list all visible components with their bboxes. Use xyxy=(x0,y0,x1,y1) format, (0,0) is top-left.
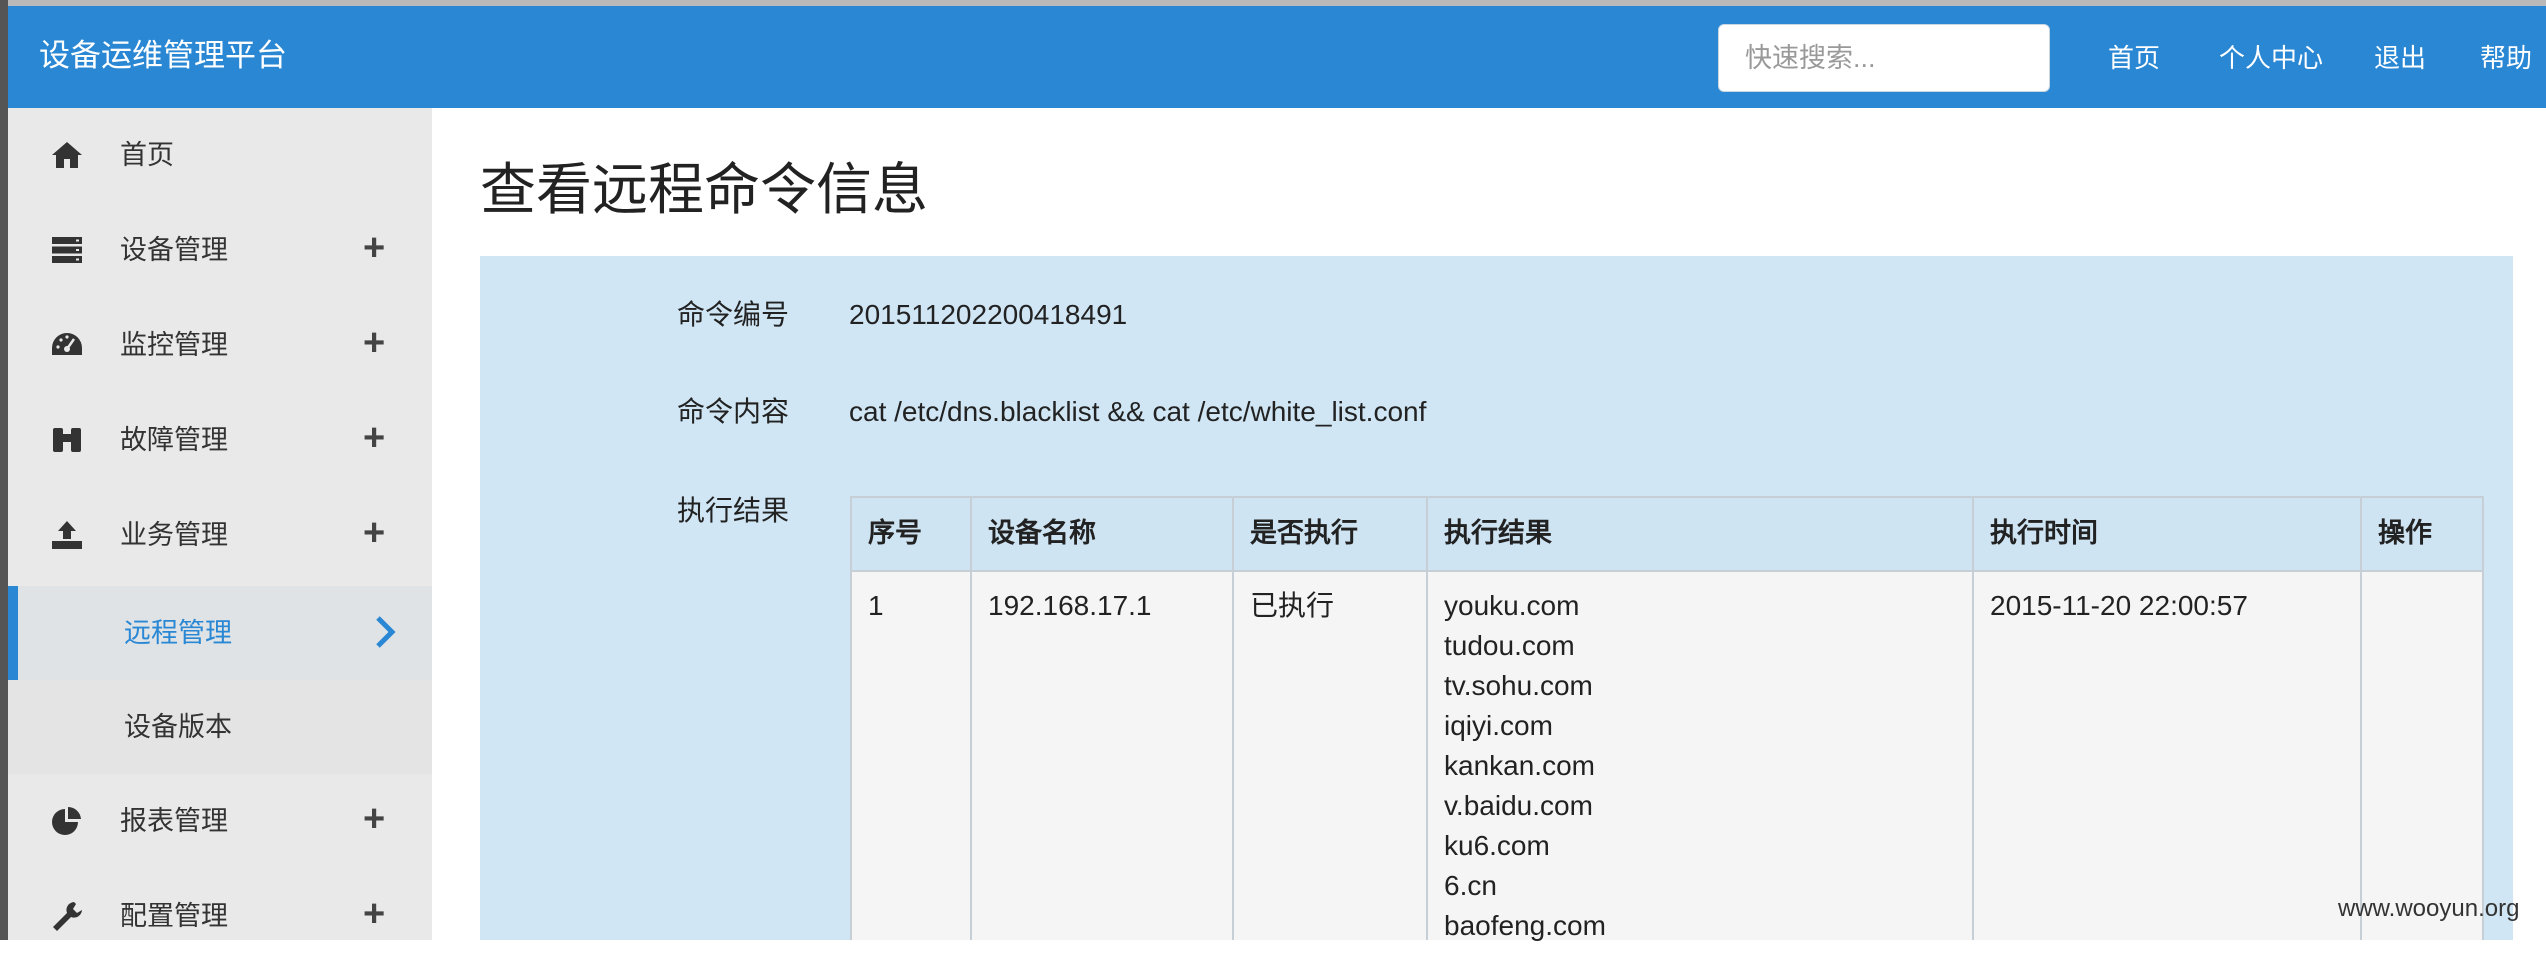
top-navbar: 设备运维管理平台 快速搜索... 首页 个人中心 退出 帮助 xyxy=(8,6,2546,108)
sidebar-item-home[interactable]: 首页 xyxy=(8,108,432,202)
brand-title[interactable]: 设备运维管理平台 xyxy=(39,36,287,76)
column-header: 操作 xyxy=(2378,518,2432,548)
sidebar-item-label: 设备管理 xyxy=(120,235,228,265)
result-table: 序号 设备名称 是否执行 执行结果 执行时间 操作 1 192.168.17.1… xyxy=(850,496,2484,941)
upload-icon xyxy=(52,521,82,549)
sidebar-item-config[interactable]: 配置管理 + xyxy=(8,869,432,963)
result-line: youku.com xyxy=(1444,590,1580,621)
pie-chart-icon xyxy=(52,806,81,835)
command-content-value: cat /etc/dns.blacklist && cat /etc/white… xyxy=(849,396,1427,427)
result-line: iqiyi.com xyxy=(1444,710,1553,741)
sidebar-item-label: 配置管理 xyxy=(120,901,228,931)
result-line: 6.cn xyxy=(1444,870,1497,901)
sidebar-item-reports[interactable]: 报表管理 + xyxy=(8,774,432,868)
sidebar-item-label: 业务管理 xyxy=(120,520,228,550)
window-left-edge xyxy=(0,0,8,940)
watermark: www.wooyun.org xyxy=(2338,895,2520,922)
expand-plus-icon[interactable]: + xyxy=(363,891,385,937)
chevron-right-icon xyxy=(376,616,396,648)
wrench-icon xyxy=(53,902,82,931)
row-execution-result: youku.com tudou.com tv.sohu.com iqiyi.co… xyxy=(1428,572,1974,941)
result-line: v.baidu.com xyxy=(1444,790,1593,821)
search-input[interactable]: 快速搜索... xyxy=(1718,24,2050,92)
home-icon xyxy=(52,142,82,168)
result-line: tv.sohu.com xyxy=(1444,670,1593,701)
row-index: 1 xyxy=(852,572,972,940)
nav-logout-link[interactable]: 退出 xyxy=(2374,40,2426,76)
row-device-name: 192.168.17.1 xyxy=(972,572,1234,940)
sidebar-item-label: 故障管理 xyxy=(120,425,228,455)
expand-plus-icon[interactable]: + xyxy=(363,415,385,461)
sidebar-item-label: 监控管理 xyxy=(120,330,228,360)
nav-help-link[interactable]: 帮助 xyxy=(2480,40,2532,76)
command-content-label: 命令内容 xyxy=(677,396,790,427)
dashboard-icon xyxy=(52,333,82,355)
result-line: tudou.com xyxy=(1444,630,1575,661)
sidebar-item-label: 首页 xyxy=(120,140,174,170)
table-header: 序号 设备名称 是否执行 执行结果 执行时间 操作 xyxy=(850,496,2484,572)
command-detail-panel: 命令编号 201511202200418491 命令内容 cat /etc/dn… xyxy=(480,256,2513,941)
column-header: 设备名称 xyxy=(972,498,1234,572)
column-header: 执行结果 xyxy=(1428,498,1974,572)
command-number-value: 201511202200418491 xyxy=(849,299,1128,330)
result-line: ku6.com xyxy=(1444,830,1550,861)
binoculars-icon xyxy=(53,428,81,452)
result-line: baofeng.com xyxy=(1444,910,1606,941)
sidebar-item-business[interactable]: 业务管理 + xyxy=(8,488,432,582)
result-line: kankan.com xyxy=(1444,750,1595,781)
sidebar-item-device-version[interactable]: 设备版本 xyxy=(8,680,432,774)
table-row: 1 192.168.17.1 已执行 youku.com tudou.com t… xyxy=(850,572,2484,941)
sidebar-item-label: 设备版本 xyxy=(124,712,232,742)
result-label: 执行结果 xyxy=(677,495,790,526)
column-header: 序号 xyxy=(852,498,972,572)
row-action[interactable] xyxy=(2362,572,2482,940)
expand-plus-icon[interactable]: + xyxy=(363,320,385,366)
column-header: 是否执行 xyxy=(1234,498,1428,572)
sidebar-item-remote[interactable]: 远程管理 xyxy=(8,586,432,680)
row-execution-time: 2015-11-20 22:00:57 xyxy=(1974,572,2362,940)
nav-profile-link[interactable]: 个人中心 xyxy=(2219,40,2323,76)
nav-home-link[interactable]: 首页 xyxy=(2108,40,2160,76)
page-title: 查看远程命令信息 xyxy=(480,158,928,221)
expand-plus-icon[interactable]: + xyxy=(363,796,385,842)
sidebar: 首页 设备管理 + 监控管理 + 故障管理 + 业务管理 + 远程管理 设备版本… xyxy=(8,108,432,940)
sidebar-item-label: 远程管理 xyxy=(124,618,232,648)
sidebar-item-monitoring[interactable]: 监控管理 + xyxy=(8,298,432,392)
sidebar-item-devices[interactable]: 设备管理 + xyxy=(8,203,432,297)
expand-plus-icon[interactable]: + xyxy=(363,225,385,271)
server-icon xyxy=(52,237,82,263)
sidebar-item-label: 报表管理 xyxy=(120,806,228,836)
command-number-label: 命令编号 xyxy=(677,299,790,330)
row-executed-status: 已执行 xyxy=(1234,572,1428,940)
column-header: 执行时间 xyxy=(1974,498,2362,572)
expand-plus-icon[interactable]: + xyxy=(363,510,385,556)
sidebar-item-faults[interactable]: 故障管理 + xyxy=(8,393,432,487)
